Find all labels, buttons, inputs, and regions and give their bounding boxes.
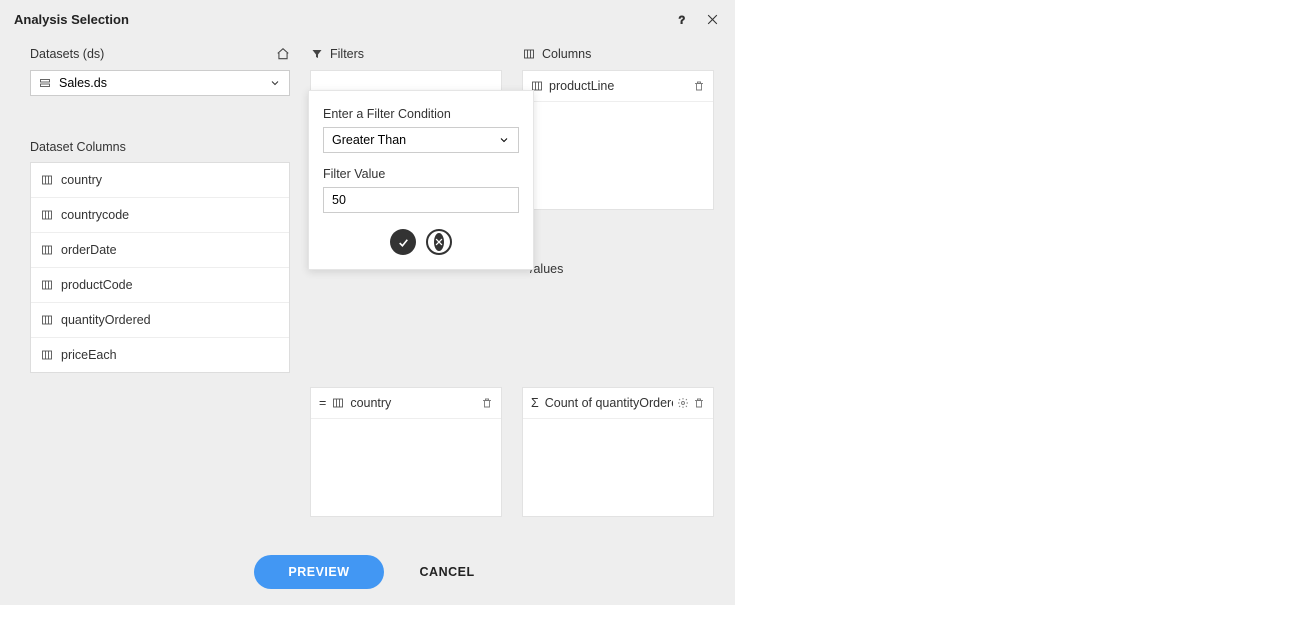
filter-value-label: Filter Value: [323, 167, 519, 181]
column-icon: [41, 244, 53, 256]
filter-value-input[interactable]: [323, 187, 519, 213]
filter-icon: [310, 47, 324, 61]
svg-text:?: ?: [678, 14, 684, 26]
delete-icon[interactable]: [693, 80, 705, 92]
column-icon: [41, 279, 53, 291]
column-item[interactable]: priceEach: [31, 338, 289, 372]
values-dropzone[interactable]: Σ Count of quantityOrdered: [522, 387, 714, 517]
help-icon[interactable]: ?: [673, 10, 691, 28]
dataset-columns-list: country countrycode orderDate productCod…: [30, 162, 290, 373]
chevron-down-icon: [269, 77, 281, 89]
filter-condition-popup: Enter a Filter Condition Greater Than Fi…: [308, 90, 534, 270]
filters-label: Filters: [310, 44, 502, 64]
values-entry[interactable]: Σ Count of quantityOrdered: [523, 388, 713, 419]
filter-condition-label: Enter a Filter Condition: [323, 107, 519, 121]
dataset-select[interactable]: Sales.ds: [30, 70, 290, 96]
filter-cancel-button[interactable]: [426, 229, 452, 255]
gear-icon[interactable]: [677, 397, 689, 409]
analysis-selection-dialog: Analysis Selection ? Datasets (ds): [0, 0, 735, 605]
dataset-columns-label: Dataset Columns: [30, 140, 290, 154]
column-icon: [41, 314, 53, 326]
columns-entry[interactable]: productLine: [523, 71, 713, 102]
column-icon: [41, 349, 53, 361]
column-item[interactable]: productCode: [31, 268, 289, 303]
dialog-title: Analysis Selection: [14, 12, 661, 27]
columns-icon: [522, 47, 536, 61]
chevron-down-icon: [498, 134, 510, 146]
dialog-buttons: PREVIEW CANCEL: [0, 535, 735, 605]
column-item[interactable]: orderDate: [31, 233, 289, 268]
columns-dropzone[interactable]: productLine: [522, 70, 714, 210]
delete-icon[interactable]: [693, 397, 705, 409]
column-icon: [41, 209, 53, 221]
close-icon[interactable]: [703, 10, 721, 28]
column-item[interactable]: country: [31, 163, 289, 198]
delete-icon[interactable]: [481, 397, 493, 409]
column-icon: [332, 397, 344, 409]
values-label-partial: /alues: [530, 262, 563, 276]
rows-entry[interactable]: = country: [311, 388, 501, 419]
dialog-header: Analysis Selection ?: [0, 0, 735, 32]
dataset-selected-text: Sales.ds: [59, 76, 269, 90]
cancel-button[interactable]: CANCEL: [414, 555, 481, 589]
column-item[interactable]: countrycode: [31, 198, 289, 233]
columns-label: Columns: [522, 44, 714, 64]
datasets-label: Datasets (ds): [30, 44, 290, 64]
filter-confirm-button[interactable]: [390, 229, 416, 255]
rows-dropzone[interactable]: = country: [310, 387, 502, 517]
preview-button[interactable]: PREVIEW: [254, 555, 383, 589]
column-item[interactable]: quantityOrdered: [31, 303, 289, 338]
dataset-icon: [39, 77, 51, 89]
filter-condition-select[interactable]: Greater Than: [323, 127, 519, 153]
column-icon: [41, 174, 53, 186]
home-icon[interactable]: [276, 47, 290, 61]
